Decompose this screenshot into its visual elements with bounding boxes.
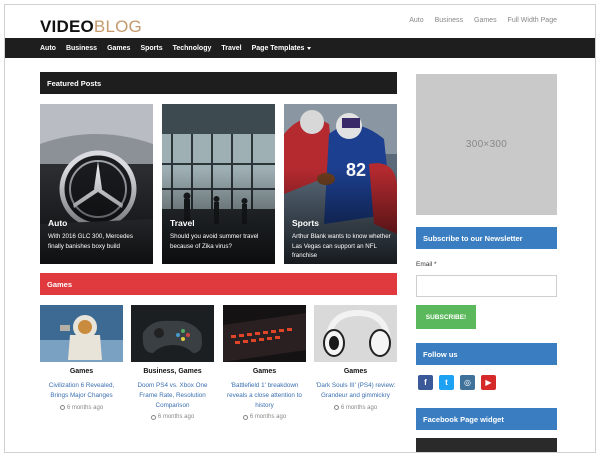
games-card-image[interactable] [131, 305, 214, 362]
games-card: Games 'Dark Souls III' (PS4) review: Gra… [314, 305, 397, 411]
headphones-image [314, 305, 397, 362]
featured-card-title[interactable]: Should you avoid summer travel because o… [170, 232, 272, 251]
logo-part-video: VIDEO [40, 17, 94, 36]
email-field[interactable] [416, 275, 557, 297]
social-links: f t ◎ ▶ [418, 375, 496, 390]
main-nav: Auto Business Games Sports Technology Tr… [5, 38, 595, 58]
featured-card-title[interactable]: With 2016 GLC 300, Mercedes finally bani… [48, 232, 150, 251]
instagram-icon[interactable]: ◎ [460, 375, 475, 390]
top-links: Auto Business Games Full Width Page [409, 17, 557, 24]
top-link-games[interactable]: Games [474, 17, 497, 24]
featured-card-travel[interactable]: Travel Should you avoid summer travel be… [162, 104, 275, 264]
games-card-date: 6 months ago [223, 414, 306, 420]
games-heading: Games [40, 273, 397, 295]
games-card-date: 6 months ago [40, 405, 123, 411]
clock-icon [150, 414, 156, 420]
facebook-icon[interactable]: f [418, 375, 433, 390]
clock-icon [333, 405, 339, 410]
games-card-title[interactable]: Civilization 6 Revealed, Brings Major Ch… [40, 381, 123, 401]
astronaut-image [40, 305, 123, 362]
subscribe-button[interactable]: SUBSCRIBE! [416, 305, 476, 329]
games-card: Business, Games Doom PS4 vs. Xbox One Fr… [131, 305, 214, 420]
nav-dropdown-label: Page Templates [251, 44, 305, 52]
games-card-title[interactable]: Doom PS4 vs. Xbox One Frame Rate, Resolu… [131, 381, 214, 410]
games-card-category: Business, Games [143, 368, 202, 375]
games-card-image[interactable] [40, 305, 123, 362]
clock-icon [59, 405, 65, 410]
keyboard-image [223, 305, 306, 362]
clock-icon [242, 414, 248, 420]
featured-card-title[interactable]: Arthur Blank wants to know whether Las V… [292, 232, 394, 261]
page-frame: VIDEOBLOG Auto Business Games Full Width… [4, 4, 596, 453]
top-link-full-width[interactable]: Full Width Page [508, 17, 557, 24]
nav-item-travel[interactable]: Travel [221, 45, 241, 52]
nav-item-auto[interactable]: Auto [40, 45, 56, 52]
nav-item-games[interactable]: Games [107, 45, 130, 52]
games-card-image[interactable] [314, 305, 397, 362]
featured-card-auto[interactable]: Auto With 2016 GLC 300, Mercedes finally… [40, 104, 153, 264]
games-card: Games 'Battlefield 1' breakdown reveals … [223, 305, 306, 420]
games-card-category: Games [252, 368, 277, 375]
ad-placeholder[interactable]: 300×300 [416, 74, 557, 215]
facebook-widget-heading: Facebook Page widget [416, 408, 557, 430]
game-controller-image [131, 305, 214, 362]
facebook-widget-preview[interactable] [416, 438, 557, 452]
games-card-title[interactable]: 'Battlefield 1' breakdown reveals a clos… [223, 381, 306, 410]
games-card-date: 6 months ago [314, 405, 397, 411]
games-card-category: Games [343, 368, 368, 375]
nav-item-technology[interactable]: Technology [173, 45, 212, 52]
nav-item-business[interactable]: Business [66, 45, 97, 52]
nav-item-page-templates[interactable]: Page Templates [252, 45, 312, 52]
games-card-date: 6 months ago [131, 414, 214, 420]
featured-posts-heading: Featured Posts [40, 72, 397, 94]
top-link-auto[interactable]: Auto [409, 17, 423, 24]
featured-card-sports[interactable]: 82 Sports Arthur Blank wants to know whe… [284, 104, 397, 264]
games-card-title[interactable]: 'Dark Souls III' (PS4) review: Grandeur … [314, 381, 397, 401]
follow-us-heading: Follow us [416, 343, 557, 365]
logo-part-blog: BLOG [93, 17, 142, 36]
nav-item-sports[interactable]: Sports [140, 45, 162, 52]
games-card: Games Civilization 6 Revealed, Brings Ma… [40, 305, 123, 411]
newsletter-heading: Subscribe to our Newsletter [416, 227, 557, 249]
featured-card-category: Auto [48, 218, 68, 228]
email-label: Email * [416, 261, 437, 268]
site-logo[interactable]: VIDEOBLOG [40, 17, 142, 37]
youtube-icon[interactable]: ▶ [481, 375, 496, 390]
twitter-icon[interactable]: t [439, 375, 454, 390]
top-link-business[interactable]: Business [435, 17, 463, 24]
featured-card-category: Travel [170, 218, 195, 228]
chevron-down-icon [307, 46, 312, 50]
featured-card-category: Sports [292, 218, 319, 228]
games-card-category: Games [69, 368, 94, 375]
games-card-image[interactable] [223, 305, 306, 362]
